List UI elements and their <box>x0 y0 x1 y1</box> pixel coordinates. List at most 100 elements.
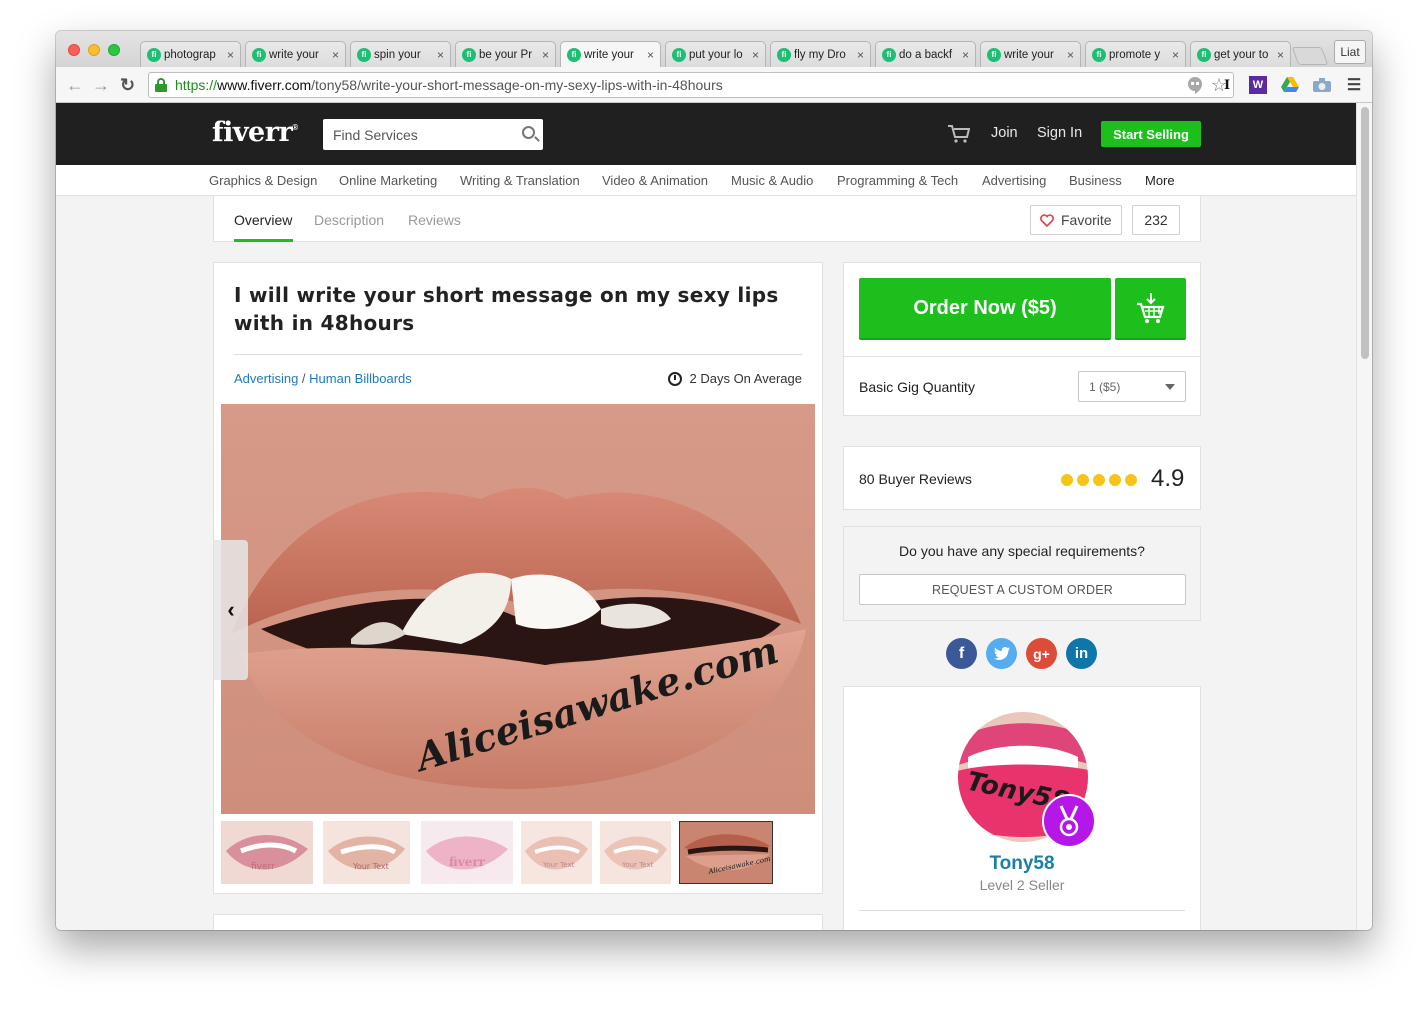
close-tab-icon[interactable]: × <box>437 48 444 62</box>
new-tab-button[interactable] <box>1291 47 1329 65</box>
page-viewport: fiverr® Find Services Join Sign In Start… <box>56 103 1356 930</box>
w-extension-icon[interactable]: W <box>1249 76 1267 94</box>
back-icon[interactable]: ← <box>66 75 84 96</box>
close-tab-icon[interactable]: × <box>962 48 969 62</box>
star-icon <box>1061 474 1073 486</box>
browser-window: fi photograp × fi write your × fi spin your × fi b… <box>56 31 1372 930</box>
linkedin-icon[interactable]: in <box>1066 638 1097 669</box>
camera-extension-icon[interactable] <box>1313 76 1331 94</box>
menu-icon[interactable]: ☰ <box>1345 76 1363 94</box>
gig-subnav: Overview Description Reviews Favorite 23… <box>213 196 1201 242</box>
category-writing-translation[interactable]: Writing & Translation <box>460 173 580 188</box>
google-plus-icon[interactable]: g+ <box>1026 638 1057 669</box>
browser-tab[interactable]: fi do a backf × <box>875 41 976 67</box>
star-icon <box>1109 474 1121 486</box>
facebook-icon[interactable]: f <box>946 638 977 669</box>
category-programming-tech[interactable]: Programming & Tech <box>837 173 958 188</box>
seller-name[interactable]: Tony58 <box>844 853 1200 875</box>
request-custom-order-button[interactable]: REQUEST A CUSTOM ORDER <box>859 574 1186 605</box>
seller-level-badge-icon <box>1042 794 1096 848</box>
browser-tab[interactable]: fi get your to × <box>1190 41 1291 67</box>
scrollbar-thumb[interactable] <box>1361 107 1369 359</box>
thumbnail-1[interactable]: fiverr <box>221 821 313 884</box>
minimize-window-button[interactable] <box>88 44 100 56</box>
thumbnail-2[interactable]: Your Text <box>323 821 410 884</box>
fiverr-logo[interactable]: fiverr® <box>212 117 298 148</box>
category-video-animation[interactable]: Video & Animation <box>602 173 708 188</box>
maximize-window-button[interactable] <box>108 44 120 56</box>
profile-button[interactable]: Liat <box>1334 40 1366 64</box>
close-tab-icon[interactable]: × <box>1277 48 1284 62</box>
tab-reviews[interactable]: Reviews <box>408 212 461 228</box>
breadcrumb-category[interactable]: Advertising <box>234 371 298 386</box>
breadcrumb-subcategory[interactable]: Human Billboards <box>309 371 412 386</box>
search-icon[interactable] <box>522 126 535 139</box>
browser-tab[interactable]: fi fly my Dro × <box>770 41 871 67</box>
forward-icon[interactable]: → <box>92 75 110 96</box>
close-tab-icon[interactable]: × <box>752 48 759 62</box>
browser-tab[interactable]: fi write your × <box>560 41 661 67</box>
browser-tab[interactable]: fi photograp × <box>140 41 241 67</box>
browser-tabs: fi photograp × fi write your × fi spin your × fi b… <box>140 41 1329 67</box>
fiverr-favicon-icon: fi <box>567 47 581 62</box>
site-header: fiverr® Find Services Join Sign In Start… <box>56 103 1356 165</box>
vertical-scrollbar[interactable] <box>1356 103 1372 930</box>
browser-tab[interactable]: fi write your × <box>980 41 1081 67</box>
favorite-button[interactable]: Favorite <box>1030 205 1122 235</box>
cart-icon[interactable] <box>948 125 970 143</box>
category-advertising[interactable]: Advertising <box>982 173 1046 188</box>
instapaper-extension-icon[interactable]: I <box>1218 76 1236 94</box>
start-selling-button[interactable]: Start Selling <box>1101 121 1201 147</box>
browser-tab[interactable]: fi promote y × <box>1085 41 1186 67</box>
thumbnail-3[interactable]: fiverr <box>421 821 513 884</box>
category-online-marketing[interactable]: Online Marketing <box>339 173 437 188</box>
browser-tab[interactable]: fi spin your × <box>350 41 451 67</box>
thumbnail-4[interactable]: Your Text <box>521 821 592 884</box>
address-bar[interactable]: https://www.fiverr.com/tony58/write-your… <box>148 72 1234 98</box>
fiverr-favicon-icon: fi <box>1197 47 1211 62</box>
reviews-summary[interactable]: 80 Buyer Reviews 4.9 <box>843 446 1201 510</box>
category-music-audio[interactable]: Music & Audio <box>731 173 813 188</box>
reviews-count: 80 Buyer Reviews <box>859 471 972 487</box>
lock-icon <box>155 78 167 92</box>
category-more[interactable]: More <box>1145 173 1175 188</box>
reload-icon[interactable]: ↻ <box>120 75 135 96</box>
close-tab-icon[interactable]: × <box>1172 48 1179 62</box>
search-placeholder: Find Services <box>333 126 418 143</box>
quantity-select[interactable]: 1 ($5) <box>1078 371 1186 402</box>
close-tab-icon[interactable]: × <box>227 48 234 62</box>
star-icon <box>1093 474 1105 486</box>
hangouts-extension-icon[interactable] <box>1186 76 1204 94</box>
browser-tab-label: get your to <box>1214 48 1269 61</box>
favorite-label: Favorite <box>1061 212 1112 228</box>
order-now-button[interactable]: Order Now ($5) <box>859 278 1111 340</box>
google-drive-icon[interactable] <box>1281 76 1299 94</box>
svg-text:Your Text: Your Text <box>542 861 575 869</box>
browser-tab[interactable]: fi write your × <box>245 41 346 67</box>
close-tab-icon[interactable]: × <box>332 48 339 62</box>
search-input[interactable]: Find Services <box>323 119 543 150</box>
close-tab-icon[interactable]: × <box>857 48 864 62</box>
category-graphics-design[interactable]: Graphics & Design <box>209 173 317 188</box>
browser-tab-label: do a backf <box>899 48 953 61</box>
clock-icon <box>667 371 682 386</box>
browser-tab[interactable]: fi put your lo × <box>665 41 766 67</box>
join-link[interactable]: Join <box>991 125 1018 141</box>
gig-main-image[interactable]: Aliceisawake.com <box>221 404 815 814</box>
thumbnail-6-active[interactable]: Aliceisawake.com <box>679 821 773 884</box>
sign-in-link[interactable]: Sign In <box>1037 125 1082 141</box>
browser-tab[interactable]: fi be your Pr × <box>455 41 556 67</box>
browser-tab-label: spin your <box>374 48 421 61</box>
thumbnail-5[interactable]: Your Text <box>600 821 671 884</box>
close-tab-icon[interactable]: × <box>1067 48 1074 62</box>
close-window-button[interactable] <box>68 44 80 56</box>
close-tab-icon[interactable]: × <box>542 48 549 62</box>
twitter-icon[interactable] <box>986 638 1017 669</box>
tab-overview[interactable]: Overview <box>234 212 292 228</box>
add-to-cart-button[interactable] <box>1115 278 1186 340</box>
image-prev-button[interactable]: ‹ <box>214 540 248 680</box>
tab-description[interactable]: Description <box>314 212 384 228</box>
close-tab-icon[interactable]: × <box>647 48 654 62</box>
fiverr-favicon-icon: fi <box>252 47 266 62</box>
category-business[interactable]: Business <box>1069 173 1122 188</box>
